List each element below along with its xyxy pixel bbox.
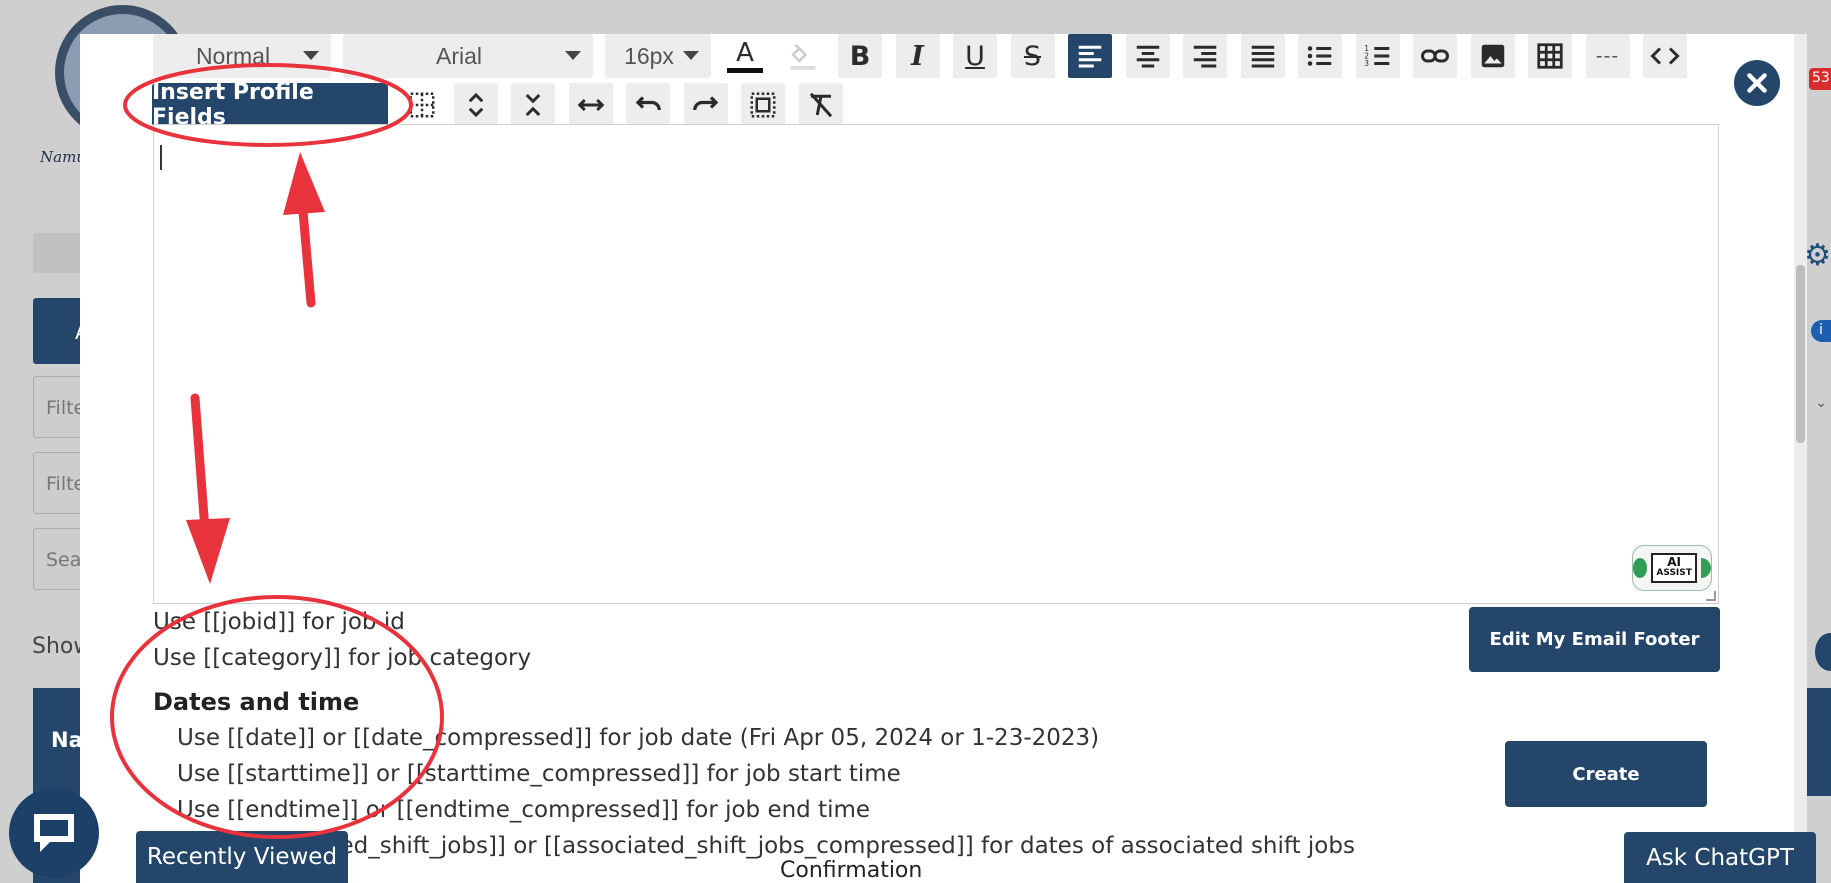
paint-bucket-icon bbox=[790, 43, 815, 70]
merge-fields-help: Use [[jobid]] for job id Use [[category]… bbox=[153, 604, 1355, 864]
text-color-swatch bbox=[727, 67, 763, 73]
italic-button[interactable]: I bbox=[895, 34, 940, 78]
align-left-icon bbox=[1078, 45, 1102, 68]
scrollbar-track[interactable] bbox=[1794, 34, 1807, 883]
font-size-value: 16px bbox=[624, 42, 674, 69]
text-cursor bbox=[160, 145, 162, 170]
ai-assist-label-line2: ASSIST bbox=[1656, 568, 1692, 578]
insert-profile-fields-button[interactable]: Insert Profile Fields bbox=[152, 80, 388, 130]
select-all-icon bbox=[750, 92, 776, 118]
editor-toolbar-row-1: Normal Arial 16px A B I U S 1 2 3 --- bbox=[153, 34, 1701, 78]
expand-horizontal-icon bbox=[577, 98, 604, 112]
info-icon[interactable]: i bbox=[1811, 320, 1831, 342]
redo-button[interactable] bbox=[683, 83, 728, 127]
undo-icon bbox=[635, 96, 661, 111]
code-view-button[interactable] bbox=[1643, 34, 1687, 78]
numbered-list-icon: 123 bbox=[1364, 44, 1389, 68]
email-template-modal: Normal Arial 16px A B I U S 1 2 3 --- In… bbox=[80, 34, 1794, 883]
paragraph-style-value: Normal bbox=[195, 42, 271, 69]
help-date: Use [[date]] or [[date_compressed]] for … bbox=[177, 725, 1100, 751]
table-dotted-icon bbox=[409, 92, 435, 118]
align-center-button[interactable] bbox=[1125, 34, 1170, 78]
select-all-button[interactable] bbox=[741, 83, 785, 127]
ai-assist-button[interactable]: AI ASSIST bbox=[1632, 545, 1712, 591]
clear-formatting-icon bbox=[809, 92, 832, 118]
font-family-value: Arial bbox=[435, 42, 482, 69]
email-body-editor[interactable]: AI ASSIST bbox=[153, 124, 1719, 604]
clear-formatting-button[interactable] bbox=[798, 83, 843, 127]
background-circle-button[interactable] bbox=[1815, 633, 1831, 671]
underline-button[interactable]: U bbox=[953, 34, 997, 78]
image-icon bbox=[1481, 44, 1504, 68]
text-color-button[interactable]: A bbox=[723, 34, 767, 78]
ai-assist-icon-right bbox=[1700, 558, 1711, 578]
svg-text:3: 3 bbox=[1364, 59, 1369, 68]
strikethrough-button[interactable]: S bbox=[1010, 34, 1055, 78]
numbered-list-button[interactable]: 123 bbox=[1355, 34, 1400, 78]
close-icon bbox=[1747, 73, 1767, 93]
link-icon bbox=[1421, 49, 1449, 63]
help-endtime: Use [[endtime]] or [[endtime_compressed]… bbox=[177, 797, 871, 823]
ai-assist-label-line1: AI bbox=[1667, 555, 1682, 569]
collapse-vertical-icon bbox=[525, 93, 541, 117]
support-chat-button[interactable] bbox=[9, 788, 99, 878]
chevron-down-icon bbox=[683, 51, 699, 60]
align-right-icon bbox=[1193, 45, 1217, 68]
ask-chatgpt-button[interactable]: Ask ChatGPT bbox=[1624, 832, 1816, 883]
ai-assist-label: AI ASSIST bbox=[1651, 553, 1697, 583]
align-justify-button[interactable] bbox=[1240, 34, 1285, 78]
align-right-button[interactable] bbox=[1183, 34, 1227, 78]
align-left-button[interactable] bbox=[1068, 34, 1112, 78]
create-button[interactable]: Create bbox=[1505, 741, 1707, 807]
expand-horizontal-button[interactable] bbox=[568, 83, 613, 127]
chevron-down-icon bbox=[303, 51, 319, 60]
chevron-down-icon bbox=[565, 51, 581, 60]
close-modal-button[interactable] bbox=[1734, 60, 1780, 106]
background-color-button[interactable] bbox=[780, 34, 825, 78]
text-color-icon: A bbox=[736, 37, 754, 68]
horizontal-rule-button[interactable]: --- bbox=[1585, 34, 1630, 78]
bullet-list-icon bbox=[1307, 46, 1332, 66]
expand-vertical-button[interactable] bbox=[453, 83, 498, 127]
gear-icon[interactable]: ⚙ bbox=[1804, 238, 1831, 273]
table-style-button[interactable] bbox=[404, 83, 440, 127]
font-family-select[interactable]: Arial bbox=[343, 34, 593, 78]
chevron-down-icon[interactable]: ⌄ bbox=[1815, 395, 1827, 411]
help-starttime: Use [[starttime]] or [[starttime_compres… bbox=[177, 761, 901, 787]
paragraph-style-select[interactable]: Normal bbox=[153, 34, 331, 78]
edit-email-footer-button[interactable]: Edit My Email Footer bbox=[1469, 607, 1720, 672]
align-justify-icon bbox=[1251, 45, 1274, 68]
ai-assist-icon bbox=[1633, 558, 1648, 578]
editor-toolbar-row-2 bbox=[404, 83, 856, 127]
align-center-icon bbox=[1136, 45, 1159, 68]
redo-icon bbox=[692, 96, 718, 111]
insert-image-button[interactable] bbox=[1470, 34, 1515, 78]
confirmation-label: Confirmation bbox=[780, 858, 923, 883]
help-category: Use [[category]] for job category bbox=[153, 645, 532, 671]
chat-bubble-icon bbox=[34, 814, 74, 852]
expand-vertical-icon bbox=[468, 92, 483, 118]
undo-button[interactable] bbox=[626, 83, 670, 127]
insert-table-button[interactable] bbox=[1528, 34, 1572, 78]
insert-link-button[interactable] bbox=[1413, 34, 1457, 78]
table-icon bbox=[1537, 43, 1563, 69]
font-size-select[interactable]: 16px bbox=[605, 34, 711, 78]
resize-handle[interactable] bbox=[1706, 591, 1716, 601]
bold-button[interactable]: B bbox=[838, 34, 882, 78]
code-icon bbox=[1650, 47, 1680, 65]
help-dates-heading: Dates and time bbox=[153, 688, 360, 716]
notification-badge: 53 bbox=[1809, 68, 1831, 90]
collapse-vertical-button[interactable] bbox=[511, 83, 555, 127]
bullet-list-button[interactable] bbox=[1298, 34, 1342, 78]
recently-viewed-button[interactable]: Recently Viewed bbox=[136, 831, 348, 883]
scrollbar-thumb[interactable] bbox=[1796, 265, 1805, 443]
help-jobid: Use [[jobid]] for job id bbox=[153, 609, 405, 635]
